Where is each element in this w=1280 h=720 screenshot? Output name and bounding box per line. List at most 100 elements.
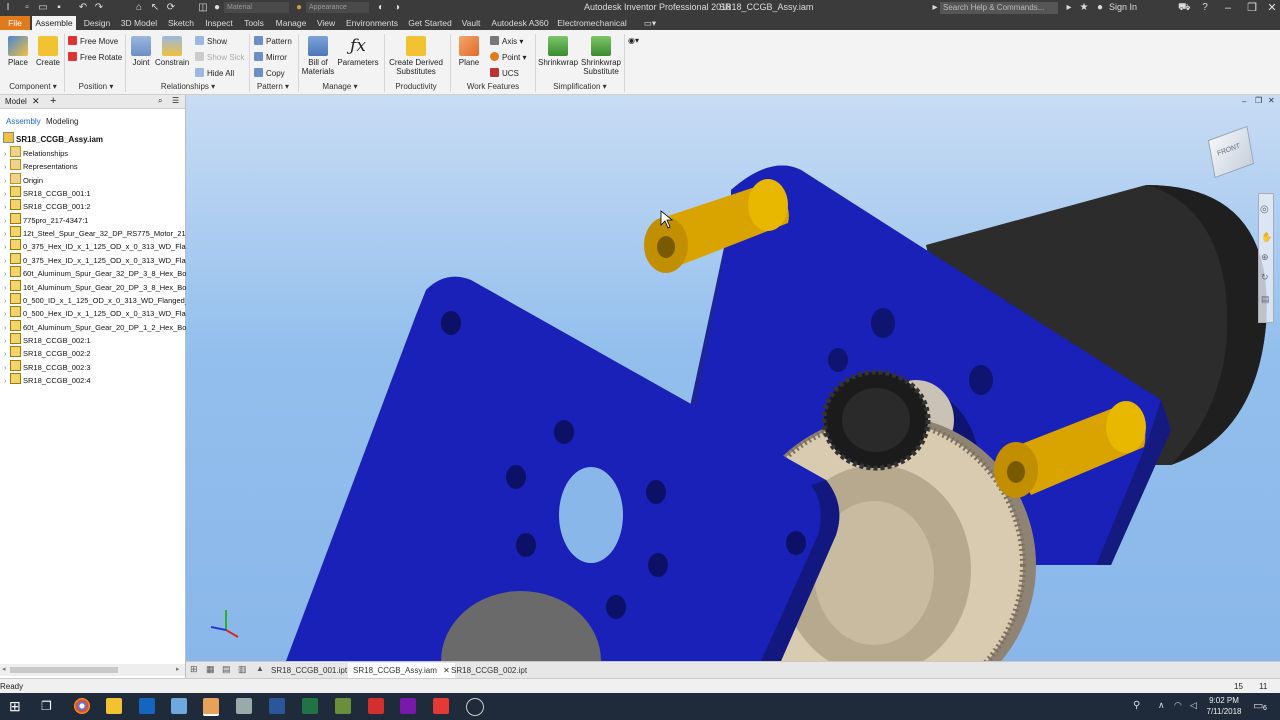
select-icon[interactable]: ↖ (150, 3, 160, 13)
bill-of-materials-button[interactable]: Bill of Materials (300, 36, 336, 76)
pinion-gear-16t[interactable] (821, 369, 931, 471)
doc-tab-002[interactable]: SR18_CCGB_002.ipt (446, 663, 532, 678)
tray-arrow-icon[interactable]: ∧ (1158, 700, 1165, 711)
tree-item[interactable]: › 0_500_Hex_ID_x_1_125_OD_x_0_313_WD_Flan (4, 306, 190, 319)
tab-model[interactable]: Model (5, 97, 27, 106)
search-arrow-icon[interactable]: ▸ (1064, 3, 1074, 13)
open-icon[interactable]: ▭ (38, 3, 48, 13)
panel-simplification[interactable]: Simplification ▾ (540, 82, 620, 91)
tree-item[interactable]: › 60t_Aluminum_Spur_Gear_32_DP_3_8_Hex_Bo… (4, 266, 193, 279)
tree-item[interactable]: › 0_375_Hex_ID_x_1_125_OD_x_0_313_WD_Flan (4, 252, 190, 266)
mirror-button[interactable]: Mirror (254, 52, 287, 62)
browser-scrollbar[interactable]: ◂ ▸ (0, 664, 185, 676)
help-icon[interactable]: ? (1200, 3, 1210, 13)
tree-item[interactable]: › SR18_CCGB_002:4 (4, 372, 91, 386)
tab-sketch[interactable]: Sketch (164, 16, 198, 30)
plane-button[interactable]: Plane (454, 36, 484, 67)
shrinkwrap-button[interactable]: Shrinkwrap (538, 36, 578, 67)
appearance-dropdown[interactable]: Appearance (306, 2, 369, 13)
tree-item[interactable]: › SR18_CCGB_001:1 (4, 186, 91, 199)
volume-icon[interactable]: ◁ (1190, 700, 1197, 711)
chrome-icon[interactable] (74, 698, 90, 714)
tab-3d-model[interactable]: 3D Model (118, 16, 160, 30)
free-rotate-button[interactable]: Free Rotate (68, 52, 122, 62)
save-icon[interactable]: ▪ (54, 3, 64, 13)
redo-icon[interactable]: ↷ (94, 3, 104, 13)
tab-view[interactable]: View (314, 16, 338, 30)
calculator-icon[interactable] (236, 698, 252, 714)
quick-access-dropdown[interactable]: ◉▾ (628, 36, 639, 45)
measure-icon[interactable]: ◫ (198, 3, 208, 13)
clock-date[interactable]: 7/11/2018 (1200, 707, 1248, 716)
pan-icon[interactable]: ✋ (1261, 232, 1272, 243)
tree-item[interactable]: › 12t_Steel_Spur_Gear_32_DP_RS775_Motor_2… (4, 226, 192, 239)
new-icon[interactable]: ▫ (22, 3, 32, 13)
tile-icon[interactable]: ⊞ (190, 664, 198, 675)
orbit-icon[interactable]: ↻ (1261, 272, 1269, 283)
shrinkwrap-substitute-button[interactable]: Shrinkwrap Substitute (580, 36, 622, 76)
tree-item[interactable]: › SR18_CCGB_002:2 (4, 346, 91, 359)
sign-in-link[interactable]: Sign In (1109, 2, 1137, 12)
start-icon[interactable]: ⊞ (9, 698, 21, 715)
tab-electromechanical[interactable]: Electromechanical (556, 16, 628, 30)
zoom-icon[interactable]: ⊕ (1261, 252, 1269, 263)
tab-tools[interactable]: Tools (240, 16, 268, 30)
color-icon[interactable]: ● (212, 3, 222, 13)
doc-tab-assy[interactable]: SR18_CCGB_Assy.iam ✕ (348, 663, 455, 678)
parameters-button[interactable]: ƒx Parameters (336, 36, 380, 67)
tab-a360[interactable]: Autodesk A360 (488, 16, 552, 30)
update-icon[interactable]: ⟳ (166, 3, 176, 13)
tree-item[interactable]: › 60t_Aluminum_Spur_Gear_20_DP_1_2_Hex_Bo… (4, 319, 193, 333)
cascade-icon[interactable]: ▤ (222, 664, 231, 675)
point-button[interactable]: Point ▾ (490, 52, 526, 62)
app-logo-icon[interactable]: I (3, 3, 13, 13)
undo-icon[interactable]: ↶ (78, 3, 88, 13)
close-browser-icon[interactable]: ✕ (32, 96, 40, 107)
help-search-input[interactable]: Search Help & Commands... (940, 2, 1058, 14)
place-button[interactable]: Place (4, 36, 32, 67)
tree-item[interactable]: › Representations (4, 159, 78, 172)
task-view-icon[interactable]: ❐ (41, 699, 52, 713)
panel-component[interactable]: Component ▾ (4, 82, 62, 91)
scrollbar-thumb[interactable] (10, 667, 118, 673)
app-icon[interactable] (171, 698, 187, 714)
axis-button[interactable]: Axis ▾ (490, 36, 523, 46)
scroll-right-icon[interactable]: ▸ (176, 665, 180, 673)
tree-item[interactable]: › Relationships (4, 146, 68, 159)
tree-item[interactable]: › SR18_CCGB_002:3 (4, 359, 91, 373)
add-browser-icon[interactable]: + (50, 95, 56, 107)
create-derived-substitutes-button[interactable]: Create Derived Substitutes (386, 36, 446, 76)
subtab-assembly[interactable]: Assembly (6, 117, 41, 126)
joint-button[interactable]: Joint (128, 36, 154, 67)
steering-wheel-icon[interactable]: ◎ (1260, 204, 1269, 215)
ribbon-options-icon[interactable]: ▭▾ (640, 16, 660, 30)
arrange-icon[interactable]: ▦ (206, 664, 215, 675)
show-button[interactable]: Show (195, 36, 227, 46)
inventor-icon[interactable] (203, 698, 219, 716)
panel-position[interactable]: Position ▾ (70, 82, 122, 91)
download-icon[interactable] (368, 698, 384, 714)
scroll-left-icon[interactable]: ◂ (2, 665, 6, 673)
constrain-button[interactable]: Constrain (155, 36, 189, 67)
show-sick-button[interactable]: Show Sick (195, 52, 244, 62)
wifi-icon[interactable]: ◠ (1174, 700, 1182, 711)
tab-file[interactable]: File (0, 16, 30, 30)
excel-icon[interactable] (302, 698, 318, 714)
clear-appearance-icon[interactable]: ◐ (376, 3, 386, 13)
panel-relationships[interactable]: Relationships ▾ (130, 82, 246, 91)
home-icon[interactable]: ⌂ (134, 3, 144, 13)
tab-inspect[interactable]: Inspect (202, 16, 236, 30)
onenote-icon[interactable] (400, 698, 416, 714)
clock-app-icon[interactable] (466, 698, 484, 716)
tree-item[interactable]: › SR18_CCGB_002:1 (4, 332, 91, 346)
tree-item[interactable]: › 775pro_217-4347:1 (4, 212, 88, 226)
menu-icon[interactable]: ☰ (172, 96, 179, 105)
tab-list-icon[interactable]: ▲ (256, 664, 264, 673)
hide-all-button[interactable]: Hide All (195, 68, 234, 78)
expand-arrow-icon[interactable]: ▸ (930, 3, 940, 13)
graphics-window[interactable]: – ❐ ✕ FRONT ◎ ✋ ⊕ ↻ ▤ (186, 95, 1280, 661)
pattern-button[interactable]: Pattern (254, 36, 292, 46)
look-at-icon[interactable]: ▤ (1261, 294, 1270, 305)
subtab-modeling[interactable]: Modeling (46, 117, 78, 126)
close-button[interactable]: ✕ (1260, 0, 1280, 16)
